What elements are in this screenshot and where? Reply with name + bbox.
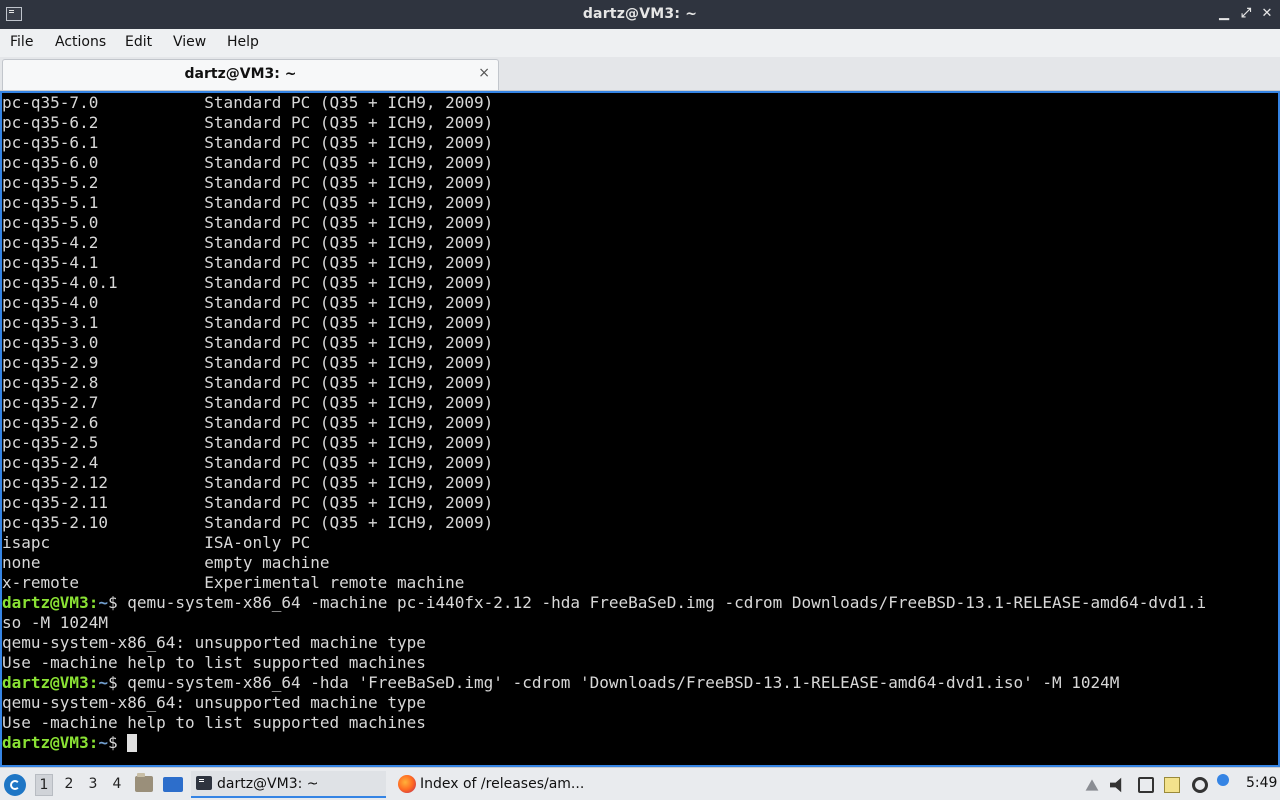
output-line: pc-q35-5.2 Standard PC (Q35 + ICH9, 2009… [2,173,494,192]
output-line: pc-q35-6.1 Standard PC (Q35 + ICH9, 2009… [2,133,494,152]
output-line: pc-q35-4.1 Standard PC (Q35 + ICH9, 2009… [2,253,494,272]
clipboard-icon[interactable] [1164,777,1180,793]
show-desktop-icon[interactable] [163,777,183,792]
command-line[interactable]: dartz@VM3:~$ [2,733,1278,753]
workspace-1[interactable]: 1 [35,774,53,796]
info-badge-icon[interactable] [1217,774,1229,786]
tab-bar: dartz@VM3: ~ × [0,57,1280,91]
command-text: $ [107,733,128,752]
text-cursor [127,734,138,752]
output-line: Use -machine help to list supported mach… [2,713,426,732]
tab-terminal[interactable]: dartz@VM3: ~ × [2,59,499,90]
prompt-user: dartz@VM3 [2,733,89,752]
command-text: $ qemu-system-x86_64 -hda 'FreeBaSeD.img… [107,673,1120,692]
command-line: dartz@VM3:~$ qemu-system-x86_64 -hda 'Fr… [2,673,1120,692]
command-text: $ qemu-system-x86_64 -machine pc-i440fx-… [107,593,1207,612]
taskbar-item-firefox[interactable]: Index of /releases/am... [394,771,594,798]
tab-label: dartz@VM3: ~ [184,66,297,82]
menu-bar: File Actions Edit View Help [0,29,1280,57]
output-line: pc-q35-3.1 Standard PC (Q35 + ICH9, 2009… [2,313,494,332]
workspace-2[interactable]: 2 [60,776,78,792]
task-label: Index of /releases/am... [420,776,585,792]
output-line: pc-q35-4.0 Standard PC (Q35 + ICH9, 2009… [2,293,494,312]
tray-expand-icon[interactable] [1085,779,1099,791]
prompt-path: ~ [98,593,108,612]
window-titlebar[interactable]: dartz@VM3: ~ ▁ ⤢ ✕ [0,0,1280,29]
output-line: pc-q35-2.8 Standard PC (Q35 + ICH9, 2009… [2,373,494,392]
clock[interactable]: 5:49 [1246,775,1277,791]
maximize-button[interactable]: ⤢ [1238,6,1254,22]
prompt-path: ~ [98,733,108,752]
output-line: pc-q35-2.12 Standard PC (Q35 + ICH9, 200… [2,473,494,492]
network-icon[interactable] [1138,777,1154,793]
output-line: pc-q35-2.7 Standard PC (Q35 + ICH9, 2009… [2,393,494,412]
menu-edit[interactable]: Edit [125,34,152,50]
firefox-icon [398,775,416,793]
output-line: Use -machine help to list supported mach… [2,653,426,672]
output-line: pc-q35-2.6 Standard PC (Q35 + ICH9, 2009… [2,413,494,432]
taskbar: 1 2 3 4 dartz@VM3: ~ Index of /releases/… [0,767,1280,800]
menu-help[interactable]: Help [227,34,259,50]
window-title: dartz@VM3: ~ [582,6,698,22]
error-line: qemu-system-x86_64: unsupported machine … [2,693,426,712]
taskbar-item-terminal[interactable]: dartz@VM3: ~ [191,771,386,798]
task-label: dartz@VM3: ~ [217,776,319,792]
output-line: pc-q35-6.0 Standard PC (Q35 + ICH9, 2009… [2,153,494,172]
output-line: pc-q35-4.2 Standard PC (Q35 + ICH9, 2009… [2,233,494,252]
output-line: pc-q35-6.2 Standard PC (Q35 + ICH9, 2009… [2,113,494,132]
error-line: qemu-system-x86_64: unsupported machine … [2,633,426,652]
output-line: pc-q35-2.5 Standard PC (Q35 + ICH9, 2009… [2,433,494,452]
tab-close-icon[interactable]: × [478,65,490,81]
terminal-icon [196,776,212,790]
workspace-4[interactable]: 4 [108,776,126,792]
workspace-3[interactable]: 3 [84,776,102,792]
output-line: isapc ISA-only PC [2,533,311,552]
prompt-path: ~ [98,673,108,692]
file-manager-icon[interactable] [135,773,153,792]
minimize-button[interactable]: ▁ [1216,6,1232,22]
prompt-user: dartz@VM3 [2,593,89,612]
update-notifier-icon[interactable] [1192,777,1208,793]
output-line: so -M 1024M [2,613,108,632]
start-menu-icon[interactable] [4,774,26,796]
output-line: pc-q35-5.0 Standard PC (Q35 + ICH9, 2009… [2,213,494,232]
output-line: pc-q35-2.4 Standard PC (Q35 + ICH9, 2009… [2,453,494,472]
output-line: pc-q35-2.9 Standard PC (Q35 + ICH9, 2009… [2,353,494,372]
output-line: x-remote Experimental remote machine [2,573,465,592]
menu-view[interactable]: View [173,34,206,50]
output-line: pc-q35-2.10 Standard PC (Q35 + ICH9, 200… [2,513,494,532]
menu-file[interactable]: File [10,34,33,50]
output-line: pc-q35-2.11 Standard PC (Q35 + ICH9, 200… [2,493,494,512]
volume-icon[interactable] [1110,777,1122,793]
output-line: pc-q35-5.1 Standard PC (Q35 + ICH9, 2009… [2,193,494,212]
terminal-view[interactable]: pc-q35-7.0 Standard PC (Q35 + ICH9, 2009… [0,91,1280,767]
output-line: pc-q35-3.0 Standard PC (Q35 + ICH9, 2009… [2,333,494,352]
output-line: none empty machine [2,553,330,572]
command-line: dartz@VM3:~$ qemu-system-x86_64 -machine… [2,593,1207,612]
output-line: pc-q35-4.0.1 Standard PC (Q35 + ICH9, 20… [2,273,494,292]
menu-actions[interactable]: Actions [55,34,106,50]
close-window-button[interactable]: ✕ [1259,6,1275,22]
output-line: pc-q35-7.0 Standard PC (Q35 + ICH9, 2009… [2,93,494,112]
prompt-user: dartz@VM3 [2,673,89,692]
